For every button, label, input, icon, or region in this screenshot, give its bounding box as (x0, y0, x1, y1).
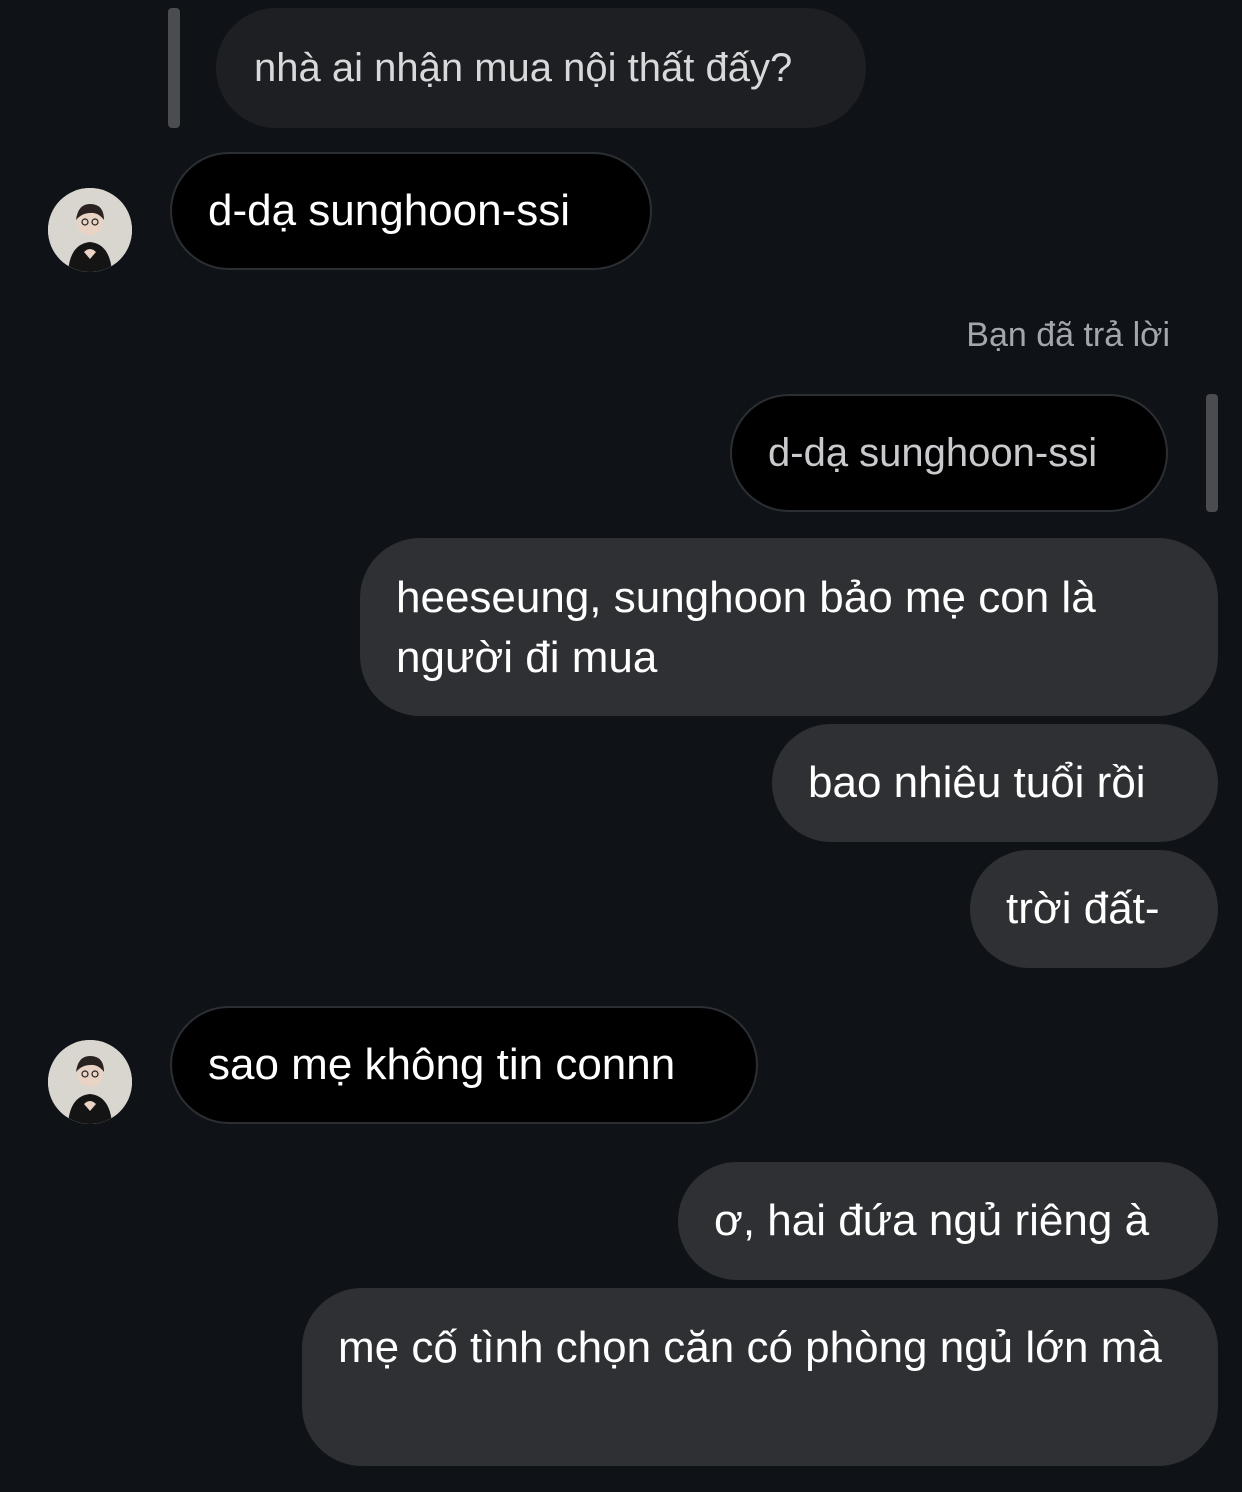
outgoing-message[interactable]: mẹ cố tình chọn căn có phòng ngủ lớn mà (302, 1288, 1218, 1466)
reply-indicator-bar (168, 8, 180, 128)
avatar[interactable] (48, 188, 132, 272)
reply-indicator-bar (1206, 394, 1218, 512)
outgoing-message[interactable]: heeseung, sunghoon bảo mẹ con là người đ… (360, 538, 1218, 716)
outgoing-message[interactable]: trời đất- (970, 850, 1218, 968)
profile-photo-icon (48, 188, 132, 272)
quoted-message[interactable]: d-dạ sunghoon-ssi (730, 394, 1168, 512)
incoming-message[interactable]: d-dạ sunghoon-ssi (170, 152, 652, 270)
quoted-message[interactable]: nhà ai nhận mua nội thất đấy? (216, 8, 866, 128)
outgoing-message[interactable]: bao nhiêu tuổi rồi (772, 724, 1218, 842)
profile-photo-icon (48, 1040, 132, 1124)
avatar[interactable] (48, 1040, 132, 1124)
reply-label: Bạn đã trả lời (966, 316, 1170, 354)
incoming-message[interactable]: sao mẹ không tin connn (170, 1006, 758, 1124)
outgoing-message[interactable]: ơ, hai đứa ngủ riêng à (678, 1162, 1218, 1280)
